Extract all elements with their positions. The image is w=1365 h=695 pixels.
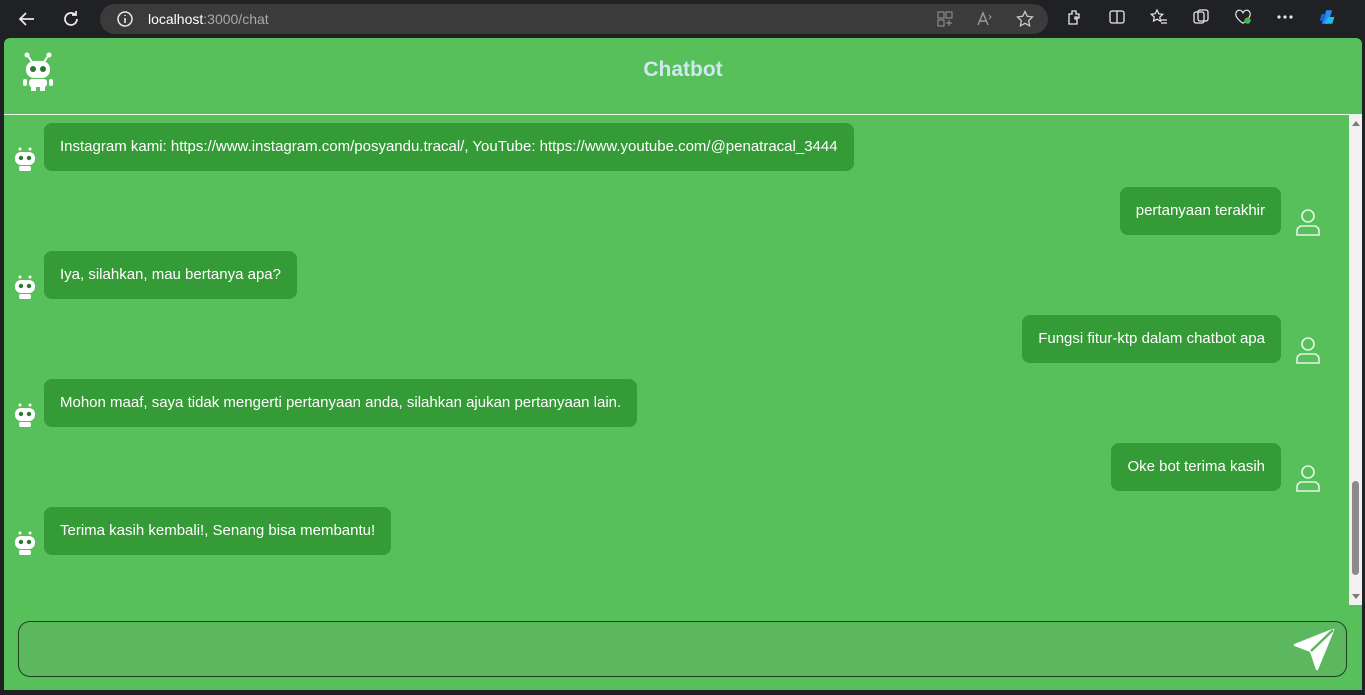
user-avatar-icon (1294, 207, 1322, 237)
scroll-up-arrow-icon[interactable] (1352, 121, 1360, 126)
message-bubble: Oke bot terima kasih (1111, 443, 1281, 491)
message-input[interactable] (39, 622, 1283, 678)
send-button[interactable] (1291, 628, 1337, 672)
browser-toolbar: localhost:3000/chat (0, 0, 1365, 38)
message-bubble: pertanyaan terakhir (1119, 187, 1281, 235)
more-options-icon[interactable] (1276, 8, 1294, 26)
favorite-star-icon[interactable] (1016, 10, 1034, 28)
user-avatar-icon (1294, 463, 1322, 493)
message-list: Instagram kami: https://www.instagram.co… (4, 115, 1349, 605)
message-bubble: Terima kasih kembali!, Senang bisa memba… (44, 507, 392, 555)
read-aloud-icon[interactable] (976, 10, 994, 28)
message-bubble: Fungsi fitur-ktp dalam chatbot apa (1022, 315, 1281, 363)
split-screen-icon[interactable] (1108, 8, 1126, 26)
message-bubble: Mohon maaf, saya tidak mengerti pertanya… (44, 379, 638, 427)
url-path: :3000/chat (203, 11, 269, 27)
browser-essentials-icon[interactable] (1234, 8, 1252, 26)
chat-header: Chatbot (4, 38, 1362, 115)
extensions-icon[interactable] (1066, 8, 1084, 26)
chat-app: Chatbot Instagram kami: https://www.inst… (4, 38, 1362, 690)
message-scrollbar[interactable] (1349, 115, 1362, 605)
copilot-icon[interactable] (1318, 8, 1336, 26)
user-avatar-icon (1294, 335, 1322, 365)
bot-avatar-icon (12, 274, 38, 300)
collections-icon[interactable] (1192, 8, 1210, 26)
message-composer (18, 621, 1347, 678)
bot-avatar-icon (12, 530, 38, 556)
bot-avatar-icon (12, 146, 38, 172)
send-icon (1293, 628, 1335, 671)
bot-avatar-icon (12, 402, 38, 428)
message-bubble: Iya, silahkan, mau bertanya apa? (44, 251, 297, 299)
reload-icon[interactable] (60, 8, 82, 30)
site-info-icon[interactable] (116, 10, 134, 28)
app-available-icon[interactable] (936, 10, 954, 28)
favorites-icon[interactable] (1150, 8, 1168, 26)
scroll-thumb[interactable] (1352, 481, 1359, 575)
message-bubble: Instagram kami: https://www.instagram.co… (44, 123, 854, 171)
address-bar[interactable]: localhost:3000/chat (100, 4, 1048, 34)
scroll-down-arrow-icon[interactable] (1352, 594, 1360, 599)
page-title: Chatbot (643, 58, 723, 81)
url-host: localhost (148, 11, 204, 27)
back-icon[interactable] (16, 8, 38, 30)
